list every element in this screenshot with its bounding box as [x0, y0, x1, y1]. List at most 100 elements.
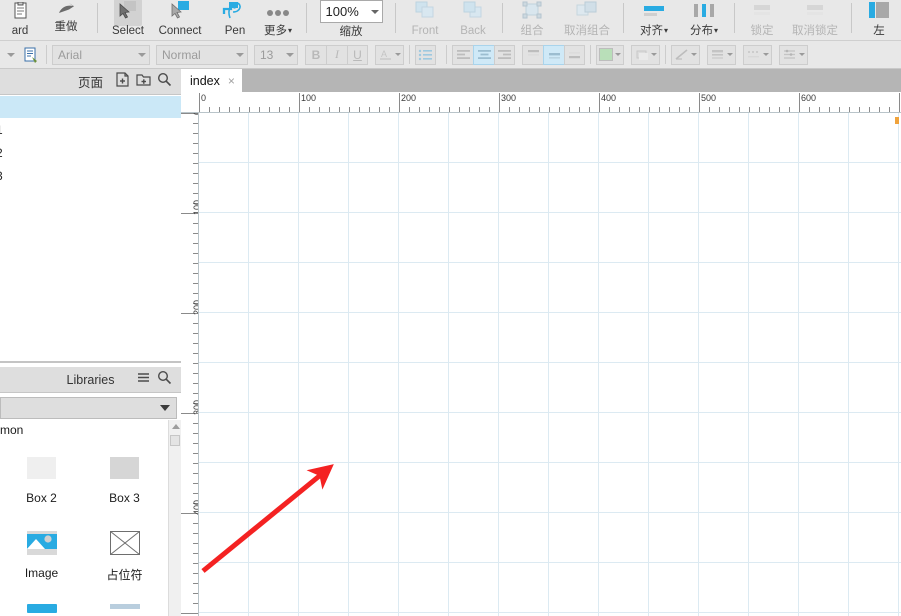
chevron-down-icon — [395, 53, 401, 56]
page-list-item[interactable]: 1 — [0, 118, 181, 141]
toolbar-lock-label: 锁定 — [751, 24, 774, 38]
search-icon[interactable] — [157, 72, 172, 92]
library-widget-item[interactable]: Image — [0, 522, 83, 597]
page-list-item[interactable]: 2 — [0, 141, 181, 164]
toolbar-redo[interactable]: 重做 — [40, 0, 92, 41]
toolbar-divider — [851, 3, 852, 33]
align-left-button[interactable] — [452, 45, 473, 65]
toolbar-group[interactable]: 组合 — [508, 0, 556, 41]
chevron-down-icon — [286, 53, 294, 57]
font-family-select[interactable]: Arial — [52, 45, 150, 65]
toolbar-align[interactable]: 对齐▾ — [629, 0, 679, 41]
toolbar-left-panel[interactable]: 左 — [857, 0, 901, 41]
add-folder-icon[interactable] — [136, 72, 151, 92]
shadow-button[interactable] — [631, 45, 660, 65]
toolbar-clipboard[interactable]: ard — [0, 0, 40, 41]
library-scrollbar[interactable] — [168, 420, 181, 616]
underline-button[interactable]: U — [347, 45, 368, 65]
valign-bottom-icon — [567, 48, 582, 61]
valign-bottom-button[interactable] — [564, 45, 585, 65]
style-painter-icon — [23, 47, 39, 63]
line-dash-button[interactable] — [743, 45, 772, 65]
bold-button[interactable]: B — [305, 45, 326, 65]
style-painter-button[interactable] — [20, 45, 41, 65]
connect-icon — [166, 0, 194, 26]
toolbar-pen[interactable]: Pen — [215, 0, 255, 41]
library-widget-item[interactable] — [83, 597, 166, 616]
tab-index[interactable]: index × — [181, 69, 242, 92]
align-center-icon — [477, 48, 492, 61]
box-light-icon — [22, 454, 62, 481]
add-page-icon[interactable] — [115, 72, 130, 92]
font-style-select[interactable]: Normal — [156, 45, 248, 65]
library-widgets-area: mmon Box 2 Box 3 — [0, 420, 181, 616]
scrollbar-thumb[interactable] — [170, 435, 180, 446]
line-width-button[interactable] — [707, 45, 736, 65]
library-select[interactable] — [0, 397, 177, 419]
library-widget-item[interactable] — [0, 597, 83, 616]
tab-strip: index × — [181, 69, 901, 92]
toolbar-front[interactable]: Front — [401, 0, 449, 41]
bullet-list-button[interactable] — [415, 45, 436, 65]
group-icon — [519, 0, 545, 26]
font-size-select[interactable]: 13 — [254, 45, 298, 65]
toolbar-front-label: Front — [412, 24, 439, 38]
valign-middle-button[interactable] — [543, 45, 564, 65]
library-widget-item[interactable]: Box 3 — [83, 447, 166, 522]
align-right-button[interactable] — [494, 45, 515, 65]
page-item-label: 3 — [0, 169, 3, 183]
arrow-style-button[interactable] — [779, 45, 808, 65]
library-widget-item[interactable]: Box 2 — [0, 447, 83, 522]
button-icon — [22, 604, 62, 616]
panel-splitter[interactable] — [0, 361, 181, 363]
chevron-down-icon — [138, 53, 146, 57]
close-icon[interactable]: × — [228, 74, 235, 88]
italic-button[interactable]: I — [326, 45, 347, 65]
ellipsis-icon — [263, 3, 293, 23]
design-canvas[interactable] — [199, 113, 901, 616]
toolbar-ungroup[interactable]: 取消组合 — [556, 0, 618, 41]
fill-color-button[interactable] — [596, 45, 624, 65]
chevron-down-icon — [799, 53, 805, 56]
align-center-button[interactable] — [473, 45, 494, 65]
toolbar-redo-label: 重做 — [55, 20, 78, 34]
toolbar-select[interactable]: Select — [103, 0, 153, 41]
valign-top-icon — [526, 48, 541, 61]
send-back-icon — [460, 0, 486, 26]
font-family-value: Arial — [58, 48, 82, 62]
toolbar-connect[interactable]: Connect — [153, 0, 207, 41]
svg-text:A: A — [381, 49, 387, 59]
align-icon — [639, 1, 669, 25]
zoom-select[interactable]: 100% — [320, 0, 383, 23]
toolbar-divider — [734, 3, 735, 33]
tab-label: index — [190, 74, 220, 88]
page-list-item[interactable]: 3 — [0, 164, 181, 187]
bring-front-icon — [412, 0, 438, 26]
toolbar-distribute[interactable]: 分布▾ — [679, 0, 729, 41]
library-category-label: mmon — [0, 420, 181, 437]
ungroup-icon — [573, 0, 601, 26]
align-left-panel-icon — [865, 0, 893, 25]
valign-top-button[interactable] — [522, 45, 543, 65]
toolbar-back[interactable]: Back — [449, 0, 497, 41]
chevron-down-icon — [651, 53, 657, 56]
toolbar-left-panel-label: 左 — [873, 24, 885, 38]
toolbar-more[interactable]: 更多▾ — [255, 0, 301, 41]
search-icon[interactable] — [157, 370, 172, 390]
library-widget-item[interactable]: 占位符 — [83, 522, 166, 597]
toolbar-distribute-label: 分布▾ — [690, 24, 718, 38]
toolbar-lock[interactable]: 锁定 — [740, 0, 784, 41]
line-color-button[interactable] — [671, 45, 700, 65]
zoom-control-group: 100% 缩放 — [312, 0, 390, 39]
line-style-icon — [674, 48, 689, 61]
menu-icon[interactable] — [136, 370, 151, 390]
format-overflow-button[interactable] — [2, 45, 20, 65]
unlock-icon — [801, 1, 829, 25]
text-color-button[interactable]: A — [375, 45, 404, 65]
shadow-icon — [634, 48, 649, 61]
toolbar-divider — [306, 3, 307, 33]
application-window: ard 重做 Select Connect Connect — [0, 0, 901, 616]
valign-middle-icon — [547, 48, 562, 61]
page-list-item[interactable] — [0, 96, 181, 118]
toolbar-unlock[interactable]: 取消锁定 — [784, 0, 846, 41]
